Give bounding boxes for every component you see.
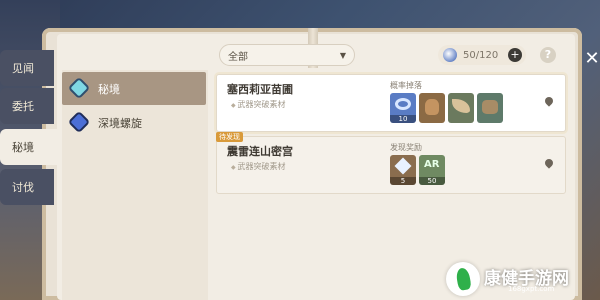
filter-value: 全部 (228, 51, 248, 63)
location-pin-icon[interactable] (543, 95, 555, 107)
original-resin-icon (443, 48, 457, 62)
reward-list: 10 (390, 93, 503, 123)
category-item-domain[interactable]: 秘境 (62, 72, 206, 105)
help-icon[interactable]: ? (540, 47, 556, 63)
reward-count: 10 (390, 115, 416, 123)
domain-row[interactable]: 震雷连山密宫 武器突破素材 发现奖励 5 AR 50 (216, 136, 566, 194)
tab-label: 委托 (12, 100, 34, 113)
abyss-diamond-icon (70, 113, 90, 133)
reward-label: 发现奖励 (390, 143, 422, 152)
domain-row[interactable]: 塞西莉亚苗圃 武器突破素材 概率掉落 10 (216, 74, 566, 132)
close-icon[interactable]: ✕ (584, 48, 600, 70)
reward-count: 50 (419, 177, 445, 185)
tab-weituo[interactable]: 委托 (0, 88, 54, 124)
pouch-material-icon[interactable] (419, 93, 445, 123)
plus-icon[interactable]: + (508, 48, 522, 62)
domain-name: 震雷连山密宫 (227, 145, 293, 158)
reward-list: 5 AR 50 (390, 155, 445, 185)
resin-max: /120 (475, 49, 499, 61)
category-item-abyss[interactable]: 深境螺旋 (62, 106, 206, 139)
watermark-logo-icon (446, 262, 480, 296)
resin-current: 50 (463, 49, 476, 61)
tab-label: 秘境 (12, 141, 34, 154)
filter-dropdown[interactable]: 全部 ▼ (219, 44, 355, 66)
scarf-material-icon[interactable] (477, 93, 503, 123)
tab-label: 讨伐 (12, 181, 34, 194)
watermark-url: 168gxpt.com (508, 285, 555, 293)
tab-taofa[interactable]: 讨伐 (0, 169, 54, 205)
domain-diamond-icon (70, 79, 90, 99)
pending-discovery-badge: 待发现 (216, 132, 243, 142)
category-label: 深境螺旋 (98, 116, 142, 130)
primogem-icon[interactable]: 5 (390, 155, 416, 185)
category-label: 秘境 (98, 82, 120, 96)
dropdown-arrow-icon: ▼ (339, 50, 346, 60)
adventure-exp-icon[interactable]: AR 50 (419, 155, 445, 185)
tab-label: 见闻 (12, 62, 34, 75)
reward-count: 5 (390, 177, 416, 185)
domain-name: 塞西莉亚苗圃 (227, 83, 293, 96)
reward-label: 概率掉落 (390, 81, 422, 90)
tab-jianwen[interactable]: 见闻 (0, 50, 54, 86)
blue-ring-material-icon[interactable]: 10 (390, 93, 416, 123)
horn-material-icon[interactable] (448, 93, 474, 123)
tab-mijing[interactable]: 秘境 (0, 129, 60, 165)
domain-subtitle: 武器突破素材 (231, 99, 286, 110)
resin-counter: 50 /120 + (438, 45, 526, 65)
domain-subtitle: 武器突破素材 (231, 161, 286, 172)
location-pin-icon[interactable] (543, 157, 555, 169)
